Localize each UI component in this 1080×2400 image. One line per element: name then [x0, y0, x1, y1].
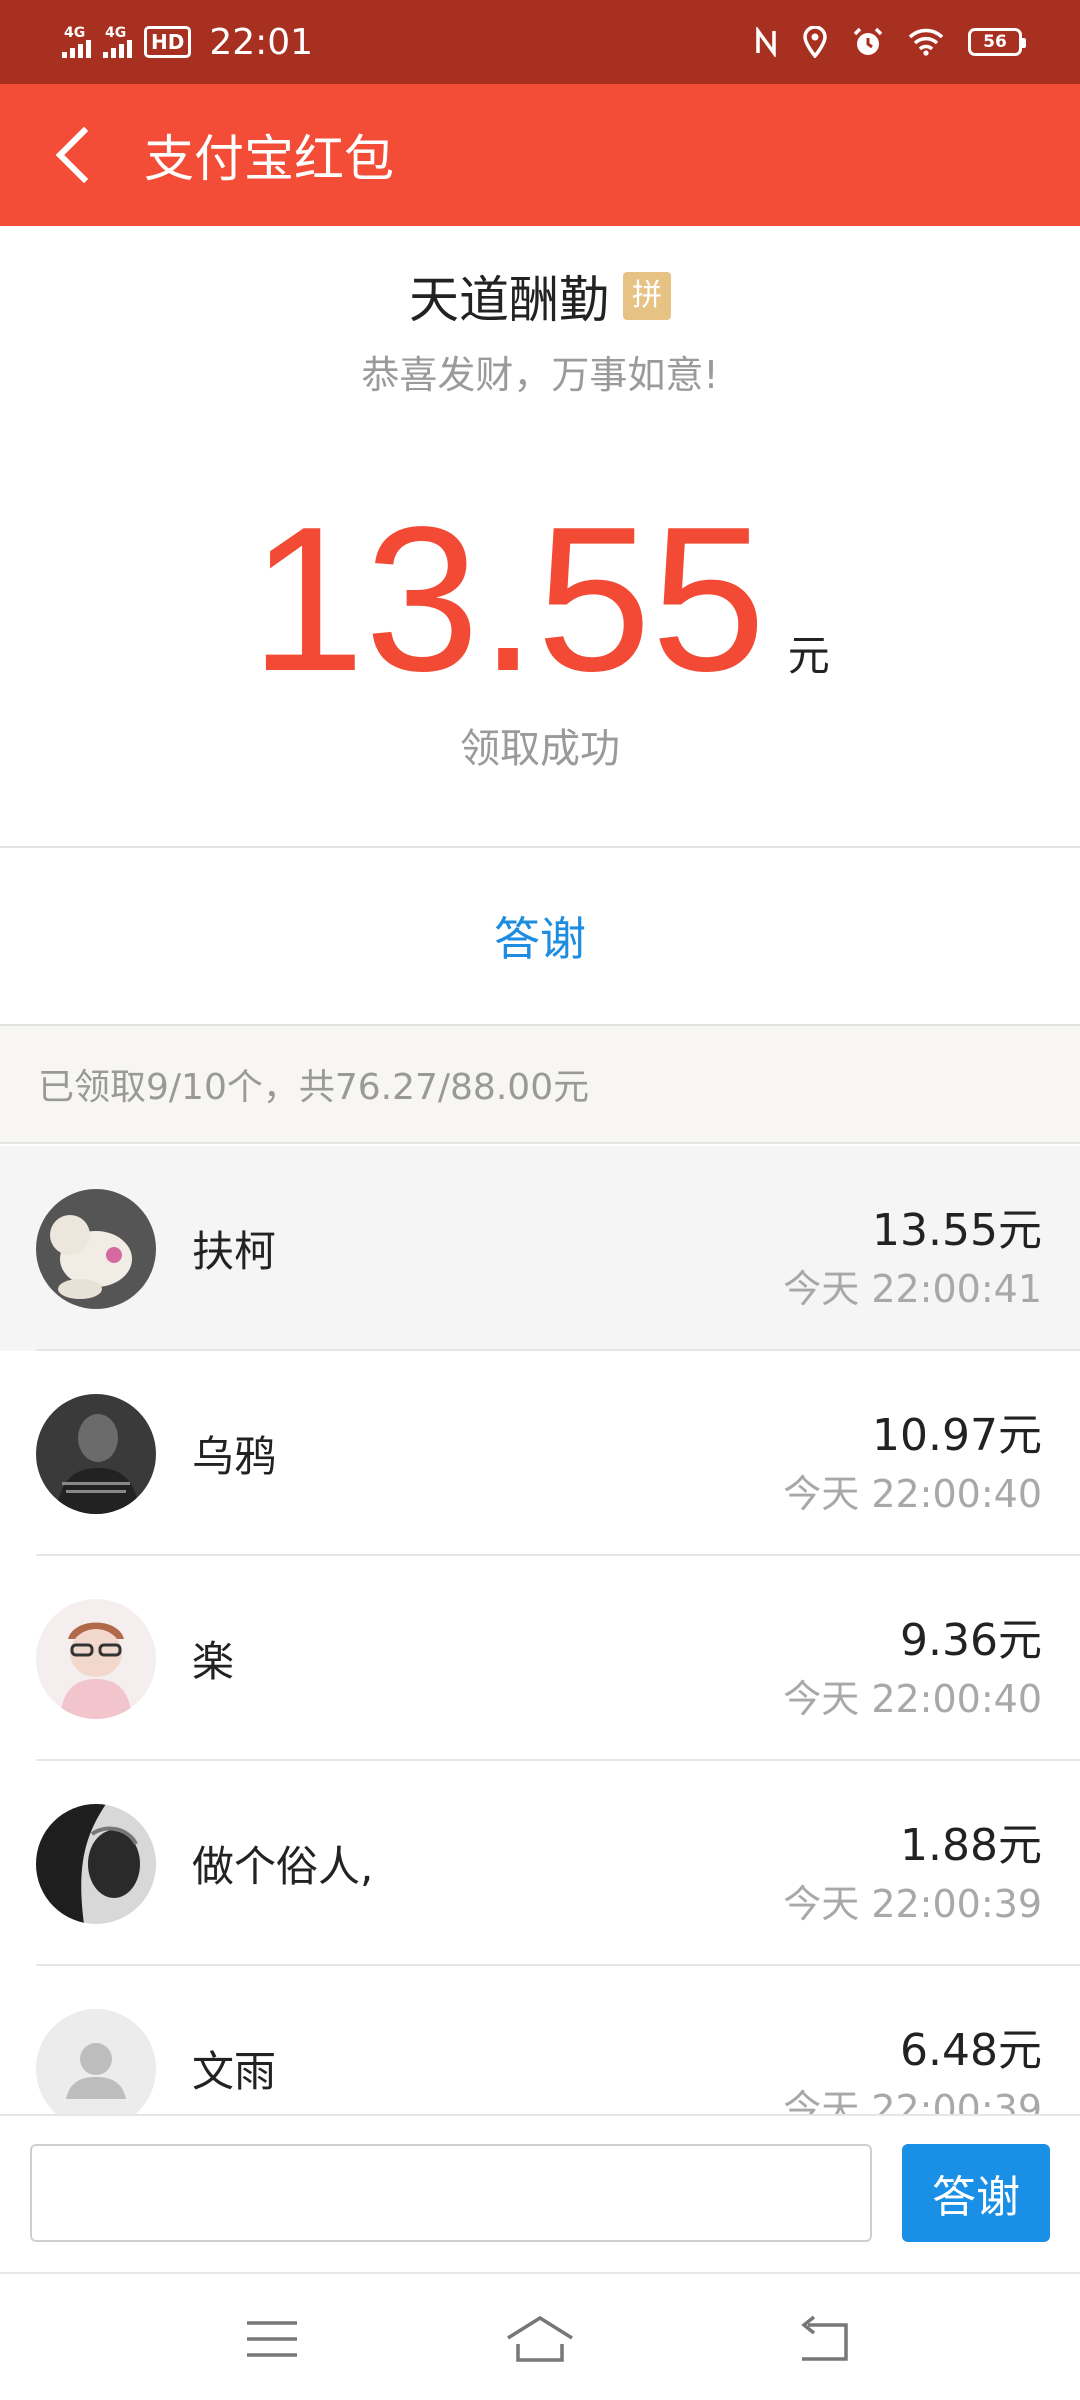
battery-icon: 56: [968, 28, 1026, 56]
received-amount: 13.55 元: [0, 496, 1080, 702]
system-nav-bar: [0, 2272, 1080, 2400]
list-item[interactable]: 乌鸦 10.97元 今天 22:00:40: [0, 1351, 1080, 1556]
status-bar: 4G 4G HD 22:01 56: [0, 0, 1080, 84]
receive-time: 今天 22:00:39: [783, 1882, 1042, 1926]
network-1-label: 4G: [64, 25, 86, 41]
sender-row: 天道酬勤 拼: [0, 260, 1080, 332]
status-right: 56: [754, 26, 1026, 58]
avatar: [36, 1394, 156, 1514]
receive-summary: 已领取9/10个，共76.27/88.00元: [0, 1026, 1080, 1144]
sender-name: 天道酬勤: [409, 271, 609, 329]
clock: 22:01: [209, 21, 314, 63]
thanks-input[interactable]: [30, 2144, 872, 2242]
back-button[interactable]: [55, 126, 113, 184]
status-left: 4G 4G HD 22:01: [62, 22, 313, 63]
receiver-amount: 1.88元: [900, 1820, 1042, 1871]
red-packet-header: 天道酬勤 拼 恭喜发财，万事如意! 13.55 元 领取成功: [0, 226, 1080, 846]
receive-time: 今天 22:00:40: [783, 1677, 1042, 1721]
menu-icon: [247, 2321, 297, 2357]
list-item[interactable]: 做个俗人, 1.88元 今天 22:00:39: [0, 1761, 1080, 1966]
location-icon: [803, 26, 827, 58]
receive-status: 领取成功: [460, 726, 620, 772]
list-item[interactable]: 文雨 6.48元 今天 22:00:39: [0, 1966, 1080, 2114]
receiver-amount: 10.97元: [872, 1410, 1042, 1461]
network-2-label: 4G: [105, 25, 127, 41]
menu-button[interactable]: [232, 2304, 312, 2374]
page-title: 支付宝红包: [144, 130, 394, 188]
avatar: [36, 1804, 156, 1924]
hd-badge: HD: [144, 26, 192, 58]
amount-unit: 元: [787, 631, 830, 680]
receive-time: 今天 22:00:40: [783, 1472, 1042, 1516]
amount-value: 13.55: [250, 484, 766, 714]
signal-2-icon: 4G: [103, 26, 132, 58]
receiver-amount: 6.48元: [900, 2025, 1042, 2076]
thanks-link[interactable]: 答谢: [0, 848, 1080, 1024]
receiver-list: 扶柯 13.55元 今天 22:00:41 乌鸦 10.97元 今天 22:00…: [0, 1146, 1080, 2114]
send-thanks-button[interactable]: 答谢: [902, 2144, 1050, 2242]
receiver-name: 做个俗人,: [192, 1842, 374, 1891]
reply-bar: 答谢: [0, 2114, 1080, 2272]
receiver-amount: 13.55元: [872, 1205, 1042, 1256]
alarm-icon: [853, 27, 883, 55]
home-icon: [507, 2315, 573, 2362]
group-badge: 拼: [623, 272, 671, 320]
receiver-name: 楽: [192, 1637, 235, 1686]
receiver-amount: 9.36元: [900, 1615, 1042, 1666]
default-avatar-icon: [36, 2009, 156, 2114]
battery-level: 56: [983, 32, 1007, 52]
signal-1-icon: 4G: [62, 26, 91, 58]
list-item[interactable]: 楽 9.36元 今天 22:00:40: [0, 1556, 1080, 1761]
receiver-name: 扶柯: [192, 1227, 277, 1276]
return-icon: [801, 2315, 848, 2361]
receive-time: 今天 22:00:41: [783, 1267, 1042, 1311]
back-nav-button[interactable]: [782, 2304, 862, 2374]
nfc-icon: [756, 27, 776, 57]
receiver-name: 乌鸦: [192, 1432, 277, 1481]
avatar: [36, 1599, 156, 1719]
avatar: [36, 1189, 156, 1309]
app-bar: 支付宝红包: [0, 84, 1080, 226]
wifi-icon: [908, 28, 944, 56]
receiver-name: 文雨: [192, 2047, 277, 2096]
receive-time: 今天 22:00:39: [783, 2087, 1042, 2114]
blessing-text: 恭喜发财，万事如意!: [361, 353, 719, 397]
list-item[interactable]: 扶柯 13.55元 今天 22:00:41: [0, 1146, 1080, 1351]
home-button[interactable]: [500, 2304, 580, 2374]
